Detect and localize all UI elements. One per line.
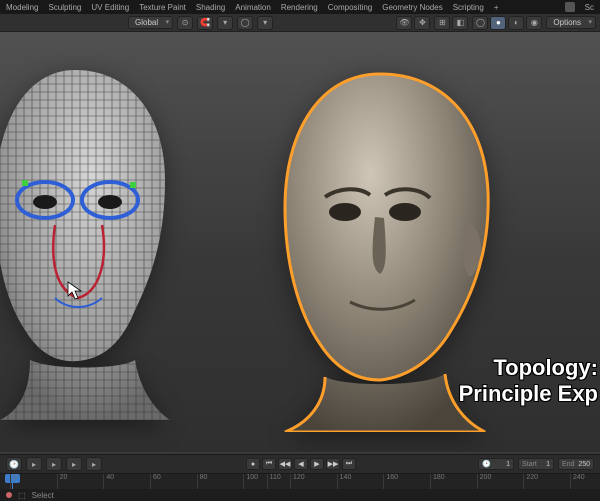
timeline-tick: 0 xyxy=(10,474,17,489)
end-frame-label: End xyxy=(562,461,574,468)
workspace-tab-sculpting[interactable]: Sculpting xyxy=(48,3,81,12)
end-frame-field[interactable]: End 250 xyxy=(558,458,594,470)
timeline-ruler[interactable]: 0 20 40 60 80 100 110 120 140 160 180 200 220 240 xyxy=(0,473,600,489)
timeline-tick: 120 xyxy=(290,474,305,489)
snap-toggle[interactable]: 🧲 xyxy=(197,16,213,30)
transform-orientation-value: Global xyxy=(135,18,158,27)
timeline-marker-dropdown[interactable]: ▸ xyxy=(86,457,102,471)
transform-orientation-dropdown[interactable]: Global xyxy=(128,16,173,29)
scene-icon[interactable] xyxy=(565,2,575,12)
timeline-tick: 160 xyxy=(383,474,398,489)
status-mode-label: Select xyxy=(32,491,54,500)
timeline-view-dropdown[interactable]: ▸ xyxy=(66,457,82,471)
play-button[interactable]: ▶ xyxy=(310,458,324,470)
workspace-tab-add[interactable]: + xyxy=(494,3,499,12)
toggle-gizmo-icon[interactable]: ✥ xyxy=(414,16,430,30)
workspace-tab-animation[interactable]: Animation xyxy=(235,3,271,12)
start-frame-label: Start xyxy=(522,461,537,468)
current-frame-icon: 🕑 xyxy=(482,460,491,468)
shading-wireframe-icon[interactable]: ◯ xyxy=(472,16,488,30)
status-record-icon xyxy=(6,492,12,498)
video-caption: Topology: Principle Exp xyxy=(459,355,600,406)
timeline-tick: 140 xyxy=(337,474,352,489)
shading-cluster: ◯ ● ◐ ◉ xyxy=(472,16,542,30)
timeline-tick: 100 xyxy=(243,474,258,489)
timeline-tick: 40 xyxy=(103,474,114,489)
timeline-tick: 60 xyxy=(150,474,161,489)
jump-start-button[interactable]: ⏮ xyxy=(262,458,276,470)
workspace-tab-scripting[interactable]: Scripting xyxy=(453,3,484,12)
current-frame-field[interactable]: 🕑 1 xyxy=(478,458,514,470)
shading-matprev-icon[interactable]: ◐ xyxy=(508,16,524,30)
playback-controls: ● ⏮ ◀◀ ◀ ▶ ▶▶ ⏭ xyxy=(246,458,356,470)
snap-type-dropdown[interactable]: ▾ xyxy=(217,16,233,30)
toggle-overlay-icon[interactable]: 👁 xyxy=(396,16,412,30)
shading-solid-icon[interactable]: ● xyxy=(490,16,506,30)
timeline-playback-dropdown[interactable]: ▸ xyxy=(26,457,42,471)
keyframe-next-button[interactable]: ▶▶ xyxy=(326,458,340,470)
pivot-icon[interactable]: ⊙ xyxy=(177,16,193,30)
gizmo-cluster: 👁 ✥ xyxy=(396,16,430,30)
timeline-panel: 🕑 ▸ ▸ ▸ ▸ ● ⏮ ◀◀ ◀ ▶ ▶▶ ⏭ 🕑 1 Start 1 En… xyxy=(0,454,600,500)
xray-toggle-icon[interactable]: ◧ xyxy=(452,16,468,30)
overlay-dropdown-icon[interactable]: ⊞ xyxy=(434,16,450,30)
workspace-tabs: Modeling Sculpting UV Editing Texture Pa… xyxy=(0,0,600,14)
workspace-tab-shading[interactable]: Shading xyxy=(196,3,225,12)
shading-rendered-icon[interactable]: ◉ xyxy=(526,16,542,30)
timeline-tick: 220 xyxy=(523,474,538,489)
caption-line-2: Principle Exp xyxy=(459,381,598,406)
timeline-tick: 80 xyxy=(197,474,208,489)
mesh-head-wireframe xyxy=(0,60,190,420)
workspace-tab-compositing[interactable]: Compositing xyxy=(328,3,372,12)
timeline-tick: 110 xyxy=(267,474,281,489)
timeline-tick: 200 xyxy=(477,474,492,489)
timeline-editor-type-icon[interactable]: 🕑 xyxy=(6,457,22,471)
workspace-tab-texturepaint[interactable]: Texture Paint xyxy=(139,3,186,12)
proportional-falloff-dropdown[interactable]: ▾ xyxy=(257,16,273,30)
start-frame-field[interactable]: Start 1 xyxy=(518,458,554,470)
keyframe-prev-button[interactable]: ◀◀ xyxy=(278,458,292,470)
timeline-tick: 20 xyxy=(57,474,68,489)
end-frame-value: 250 xyxy=(578,461,590,468)
viewport-options-label: Options xyxy=(553,18,581,27)
timeline-header: 🕑 ▸ ▸ ▸ ▸ ● ⏮ ◀◀ ◀ ▶ ▶▶ ⏭ 🕑 1 Start 1 En… xyxy=(0,455,600,473)
timeline-tick: 240 xyxy=(570,474,585,489)
viewport-3d[interactable]: Topology: Principle Exp xyxy=(0,32,600,452)
jump-end-button[interactable]: ⏭ xyxy=(342,458,356,470)
scene-label: Sc xyxy=(585,3,594,12)
start-frame-value: 1 xyxy=(546,461,550,468)
proportional-edit-toggle[interactable]: ◯ xyxy=(237,16,253,30)
overlay-cluster: ⊞ ◧ xyxy=(434,16,468,30)
play-reverse-button[interactable]: ◀ xyxy=(294,458,308,470)
timeline-tick: 180 xyxy=(430,474,445,489)
caption-line-1: Topology: xyxy=(459,355,598,380)
current-frame-value: 1 xyxy=(506,461,510,468)
workspace-tab-geonodes[interactable]: Geometry Nodes xyxy=(382,3,442,12)
tool-header: Global ⊙ 🧲 ▾ ◯ ▾ 👁 ✥ ⊞ ◧ ◯ ● ◐ ◉ Options xyxy=(0,14,600,32)
status-bar: ⬚ Select xyxy=(0,489,600,501)
timeline-keying-dropdown[interactable]: ▸ xyxy=(46,457,62,471)
autokey-toggle[interactable]: ● xyxy=(246,458,260,470)
viewport-options-dropdown[interactable]: Options xyxy=(546,16,596,29)
workspace-tab-uv[interactable]: UV Editing xyxy=(91,3,129,12)
workspace-tab-modeling[interactable]: Modeling xyxy=(6,3,38,12)
workspace-tab-rendering[interactable]: Rendering xyxy=(281,3,318,12)
